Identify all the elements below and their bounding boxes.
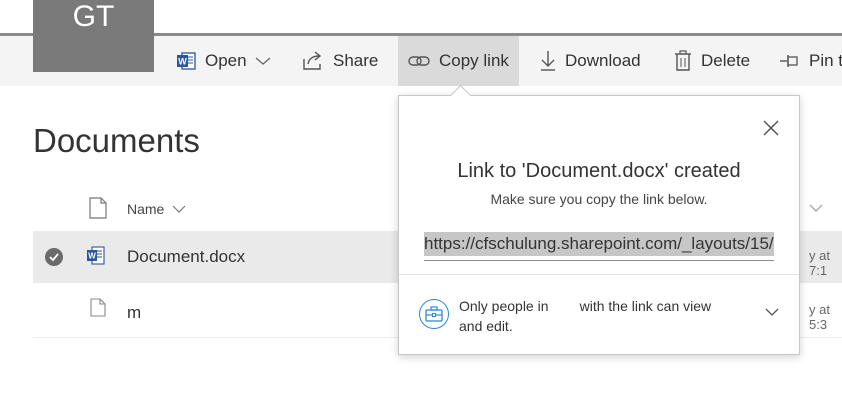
- share-icon: [303, 51, 322, 70]
- chevron-down-icon: [172, 205, 186, 213]
- page-title: Documents: [33, 122, 200, 159]
- link-icon: [408, 56, 430, 66]
- open-button[interactable]: W Open: [176, 36, 271, 86]
- file-name-link[interactable]: m: [127, 303, 141, 323]
- delete-label: Delete: [701, 51, 751, 70]
- permission-line-1: Only people in with the link can view: [459, 298, 712, 314]
- row-checkmark-icon[interactable]: [45, 248, 63, 266]
- pin-button[interactable]: Pin t: [780, 36, 842, 86]
- file-name-link[interactable]: Document.docx: [127, 247, 245, 267]
- trash-icon: [675, 50, 691, 71]
- close-icon[interactable]: [761, 118, 781, 138]
- modified-column-chevron-icon[interactable]: [809, 204, 823, 213]
- dialog-title: Link to 'Document.docx' created: [457, 160, 741, 182]
- file-type-header-icon[interactable]: [89, 197, 107, 219]
- link-permissions-selector[interactable]: Only people in with the link can view an…: [419, 296, 779, 338]
- permission-line-2: and edit.: [459, 318, 513, 334]
- copy-link-label: Copy link: [439, 51, 509, 70]
- modified-date: y at 5:3: [809, 302, 830, 332]
- svg-text:W: W: [88, 252, 96, 261]
- chevron-down-icon: [255, 57, 271, 65]
- delete-button[interactable]: Delete: [674, 36, 750, 86]
- site-logo-text: GT: [72, 0, 115, 33]
- word-doc-icon: W: [87, 246, 105, 265]
- site-logo[interactable]: GT: [33, 0, 154, 72]
- copy-link-dialog: Link to 'Document.docx' created Make sur…: [398, 95, 800, 355]
- download-icon: [541, 51, 555, 71]
- link-field[interactable]: https://cfschulung.sharepoint.com/_layou…: [424, 230, 774, 261]
- link-url[interactable]: https://cfschulung.sharepoint.com/_layou…: [424, 232, 774, 256]
- chevron-down-icon[interactable]: [765, 308, 779, 317]
- open-label: Open: [205, 51, 247, 70]
- download-button[interactable]: Download: [540, 36, 641, 86]
- modified-date: y at 7:1: [809, 248, 830, 278]
- word-icon: W: [177, 52, 196, 70]
- briefcase-icon: [419, 299, 449, 329]
- svg-text:W: W: [178, 57, 187, 67]
- permission-description: Only people in with the link can view an…: [459, 296, 711, 336]
- share-label: Share: [333, 51, 379, 70]
- pin-icon: [780, 55, 798, 67]
- download-label: Download: [565, 51, 641, 70]
- name-column-label: Name: [127, 201, 165, 217]
- name-column-header[interactable]: Name: [127, 201, 186, 217]
- copy-link-button[interactable]: Copy link: [398, 36, 519, 86]
- share-button[interactable]: Share: [302, 36, 378, 86]
- pin-label: Pin t: [809, 51, 842, 70]
- divider: [399, 274, 799, 275]
- file-icon: [90, 298, 106, 317]
- dialog-subtitle: Make sure you copy the link below.: [490, 191, 708, 207]
